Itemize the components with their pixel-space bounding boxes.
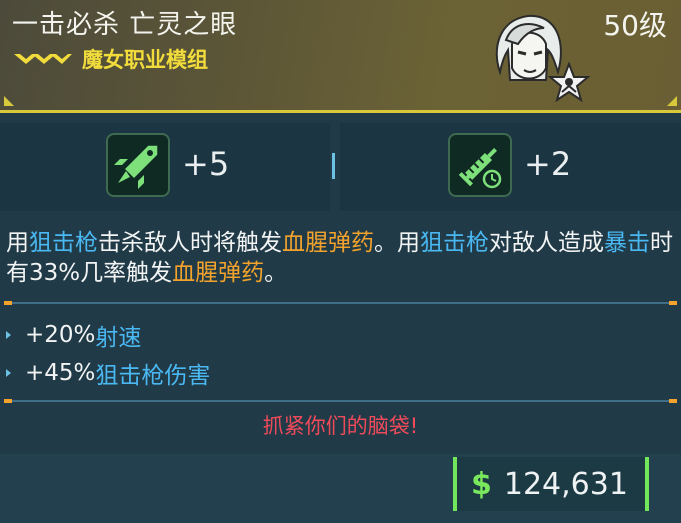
price-value: 124,631: [503, 466, 628, 502]
keyword-bloody-ammo: 血腥弹药: [172, 260, 265, 286]
desc-text: 。: [264, 260, 288, 286]
item-header: 一击必杀 亡灵之眼 50级 魔女职业模组: [0, 0, 681, 113]
syringe-timer-icon: [458, 148, 502, 189]
skill-icon-tile: [106, 133, 170, 197]
skill-tree-badge-icon: [548, 62, 590, 103]
desc-text: 对敌人造成: [489, 230, 604, 256]
price-box: $ 124,631: [453, 457, 649, 511]
item-description: 用狙击枪击杀敌人时将触发血腥弹药。用狙击枪对敌人造成暴击时有33%几率触发血腥弹…: [6, 228, 674, 288]
stat-divider: [332, 153, 335, 179]
keyword-critical: 暴击: [604, 230, 650, 256]
section-divider: [4, 399, 677, 403]
item-level: 50级: [603, 9, 667, 42]
header-corner-right: [667, 96, 677, 106]
bonus-amount: +20%: [25, 322, 96, 348]
bonus-label: 狙击枪伤害: [95, 363, 211, 389]
bullet-icon: [6, 369, 11, 377]
skill-bonus-value: +2: [524, 145, 572, 183]
section-divider: [4, 301, 677, 305]
item-name: 一击必杀 亡灵之眼: [12, 10, 238, 40]
class-mod-label: 魔女职业模组: [82, 48, 208, 72]
price-bar: $ 124,631: [0, 454, 681, 523]
desc-text: 用: [6, 230, 29, 256]
bonus-line: +20% 射速: [6, 318, 141, 352]
skill-bonus-row: +5 +2: [0, 123, 681, 213]
bullet-icon: [6, 331, 11, 339]
flavor-text: 抓紧你们的脑袋!: [262, 414, 419, 438]
dollar-icon: $: [471, 466, 492, 502]
class-mod-row: 魔女职业模组: [12, 44, 208, 74]
desc-text: 。用: [374, 230, 420, 256]
desc-text: 击杀敌人时将触发: [98, 230, 282, 256]
keyword-sniper: 狙击枪: [29, 230, 98, 256]
bonus-label: 射速: [95, 325, 142, 351]
keyword-bloody-ammo: 血腥弹药: [282, 230, 374, 256]
bonus-line: +45% 狙击枪伤害: [6, 356, 210, 390]
bonus-amount: +45%: [25, 360, 96, 386]
keyword-sniper: 狙击枪: [420, 230, 489, 256]
skill-bonus-right: +2: [340, 123, 681, 211]
item-card: 一击必杀 亡灵之眼 50级 魔女职业模组 +5 +2 用狙击枪击杀敌人时将触发血…: [0, 0, 681, 523]
skill-icon-tile: [448, 133, 512, 197]
header-corner-left: [4, 96, 14, 106]
skill-bonus-value: +5: [182, 145, 230, 183]
rocket-sniper-icon: [114, 144, 159, 189]
rarity-chevrons-icon: [14, 54, 72, 64]
skill-bonus-left: +5: [0, 123, 330, 211]
